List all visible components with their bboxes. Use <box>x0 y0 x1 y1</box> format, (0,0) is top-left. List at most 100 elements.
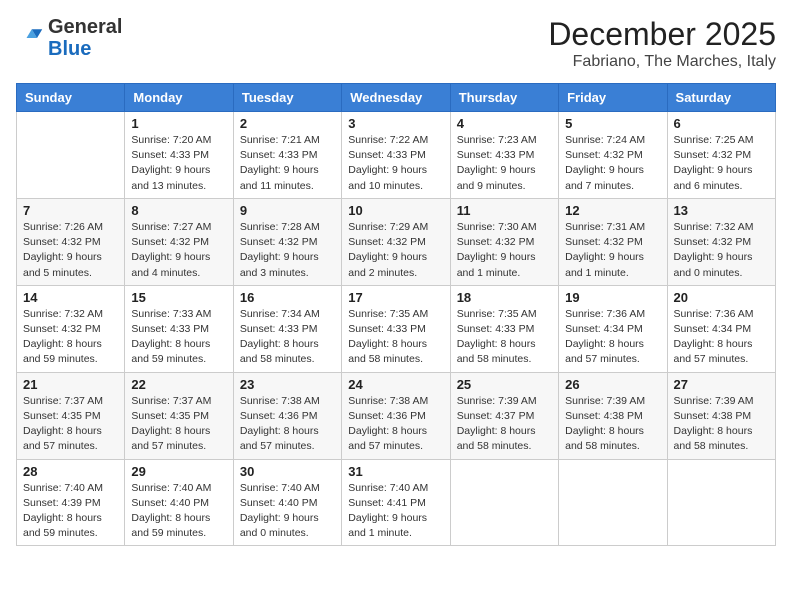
calendar-cell <box>450 459 558 546</box>
logo: General Blue <box>16 16 122 60</box>
day-info: Sunrise: 7:34 AMSunset: 4:33 PMDaylight:… <box>240 307 335 368</box>
calendar-cell: 3 Sunrise: 7:22 AMSunset: 4:33 PMDaylight… <box>342 112 450 199</box>
day-number: 23 <box>240 377 335 392</box>
day-info: Sunrise: 7:26 AMSunset: 4:32 PMDaylight:… <box>23 220 118 281</box>
day-info: Sunrise: 7:29 AMSunset: 4:32 PMDaylight:… <box>348 220 443 281</box>
day-number: 5 <box>565 116 660 131</box>
calendar-cell: 24Sunrise: 7:38 AMSunset: 4:36 PMDayligh… <box>342 372 450 459</box>
day-info: Sunrise: 7:23 AMSunset: 4:33 PMDaylight:… <box>457 133 552 194</box>
day-number: 10 <box>348 203 443 218</box>
day-header-sunday: Sunday <box>17 84 125 112</box>
calendar-cell: 18Sunrise: 7:35 AMSunset: 4:33 PMDayligh… <box>450 285 558 372</box>
day-number: 9 <box>240 203 335 218</box>
day-info: Sunrise: 7:22 AMSunset: 4:33 PMDaylight:… <box>348 133 443 194</box>
day-header-friday: Friday <box>559 84 667 112</box>
days-header-row: SundayMondayTuesdayWednesdayThursdayFrid… <box>17 84 776 112</box>
day-number: 20 <box>674 290 769 305</box>
day-header-saturday: Saturday <box>667 84 775 112</box>
week-row-5: 28Sunrise: 7:40 AMSunset: 4:39 PMDayligh… <box>17 459 776 546</box>
day-info: Sunrise: 7:36 AMSunset: 4:34 PMDaylight:… <box>674 307 769 368</box>
calendar-cell: 27Sunrise: 7:39 AMSunset: 4:38 PMDayligh… <box>667 372 775 459</box>
calendar-cell: 23 Sunrise: 7:38 AMSunset: 4:36 PMDayligh… <box>233 372 341 459</box>
day-number: 15 <box>131 290 226 305</box>
calendar-cell: 2 Sunrise: 7:21 AMSunset: 4:33 PMDaylight… <box>233 112 341 199</box>
day-info: Sunrise: 7:32 AMSunset: 4:32 PMDaylight:… <box>23 307 118 368</box>
title-block: December 2025 Fabriano, The Marches, Ita… <box>548 16 776 71</box>
day-info: Sunrise: 7:25 AMSunset: 4:32 PMDaylight:… <box>674 133 769 194</box>
day-info: Sunrise: 7:39 AMSunset: 4:38 PMDaylight:… <box>565 394 660 455</box>
day-number: 28 <box>23 464 118 479</box>
calendar-cell: 21Sunrise: 7:37 AMSunset: 4:35 PMDayligh… <box>17 372 125 459</box>
calendar-cell: 15 Sunrise: 7:33 AMSunset: 4:33 PMDayligh… <box>125 285 233 372</box>
calendar-cell: 17 Sunrise: 7:35 AMSunset: 4:33 PMDayligh… <box>342 285 450 372</box>
calendar-cell: 6 Sunrise: 7:25 AMSunset: 4:32 PMDaylight… <box>667 112 775 199</box>
day-info: Sunrise: 7:37 AMSunset: 4:35 PMDaylight:… <box>23 394 118 455</box>
day-info: Sunrise: 7:40 AMSunset: 4:40 PMDaylight:… <box>131 481 226 542</box>
day-info: Sunrise: 7:39 AMSunset: 4:37 PMDaylight:… <box>457 394 552 455</box>
location-title: Fabriano, The Marches, Italy <box>548 53 776 71</box>
day-number: 25 <box>457 377 552 392</box>
day-info: Sunrise: 7:31 AMSunset: 4:32 PMDaylight:… <box>565 220 660 281</box>
day-info: Sunrise: 7:35 AMSunset: 4:33 PMDaylight:… <box>457 307 552 368</box>
day-info: Sunrise: 7:38 AMSunset: 4:36 PMDaylight:… <box>240 394 335 455</box>
calendar-cell: 19 Sunrise: 7:36 AMSunset: 4:34 PMDayligh… <box>559 285 667 372</box>
day-number: 17 <box>348 290 443 305</box>
day-info: Sunrise: 7:36 AMSunset: 4:34 PMDaylight:… <box>565 307 660 368</box>
day-info: Sunrise: 7:24 AMSunset: 4:32 PMDaylight:… <box>565 133 660 194</box>
day-number: 19 <box>565 290 660 305</box>
calendar-cell: 5 Sunrise: 7:24 AMSunset: 4:32 PMDaylight… <box>559 112 667 199</box>
calendar-cell: 4Sunrise: 7:23 AMSunset: 4:33 PMDaylight… <box>450 112 558 199</box>
logo-blue-text: Blue <box>48 38 91 60</box>
week-row-1: 1Sunrise: 7:20 AMSunset: 4:33 PMDaylight… <box>17 112 776 199</box>
calendar-cell: 13Sunrise: 7:32 AMSunset: 4:32 PMDayligh… <box>667 198 775 285</box>
logo-general-text: General <box>48 16 122 38</box>
calendar-cell: 29 Sunrise: 7:40 AMSunset: 4:40 PMDayligh… <box>125 459 233 546</box>
day-header-tuesday: Tuesday <box>233 84 341 112</box>
page-header: General Blue December 2025 Fabriano, The… <box>16 16 776 71</box>
day-number: 2 <box>240 116 335 131</box>
day-info: Sunrise: 7:28 AMSunset: 4:32 PMDaylight:… <box>240 220 335 281</box>
calendar-cell: 14 Sunrise: 7:32 AMSunset: 4:32 PMDayligh… <box>17 285 125 372</box>
day-info: Sunrise: 7:40 AMSunset: 4:40 PMDaylight:… <box>240 481 335 542</box>
calendar-cell: 30 Sunrise: 7:40 AMSunset: 4:40 PMDayligh… <box>233 459 341 546</box>
calendar-cell: 7 Sunrise: 7:26 AMSunset: 4:32 PMDaylight… <box>17 198 125 285</box>
day-number: 8 <box>131 203 226 218</box>
day-header-thursday: Thursday <box>450 84 558 112</box>
day-number: 31 <box>348 464 443 479</box>
day-number: 1 <box>131 116 226 131</box>
day-number: 26 <box>565 377 660 392</box>
day-number: 27 <box>674 377 769 392</box>
day-info: Sunrise: 7:40 AMSunset: 4:41 PMDaylight:… <box>348 481 443 542</box>
calendar-cell: 11Sunrise: 7:30 AMSunset: 4:32 PMDayligh… <box>450 198 558 285</box>
week-row-2: 7 Sunrise: 7:26 AMSunset: 4:32 PMDaylight… <box>17 198 776 285</box>
day-info: Sunrise: 7:21 AMSunset: 4:33 PMDaylight:… <box>240 133 335 194</box>
day-info: Sunrise: 7:35 AMSunset: 4:33 PMDaylight:… <box>348 307 443 368</box>
day-number: 14 <box>23 290 118 305</box>
day-number: 12 <box>565 203 660 218</box>
calendar-cell: 28Sunrise: 7:40 AMSunset: 4:39 PMDayligh… <box>17 459 125 546</box>
day-number: 7 <box>23 203 118 218</box>
day-number: 22 <box>131 377 226 392</box>
day-header-wednesday: Wednesday <box>342 84 450 112</box>
calendar-cell: 8 Sunrise: 7:27 AMSunset: 4:32 PMDaylight… <box>125 198 233 285</box>
calendar-table: SundayMondayTuesdayWednesdayThursdayFrid… <box>16 83 776 546</box>
logo-icon <box>16 24 44 52</box>
calendar-cell: 12 Sunrise: 7:31 AMSunset: 4:32 PMDayligh… <box>559 198 667 285</box>
calendar-cell: 9 Sunrise: 7:28 AMSunset: 4:32 PMDaylight… <box>233 198 341 285</box>
calendar-cell: 16 Sunrise: 7:34 AMSunset: 4:33 PMDayligh… <box>233 285 341 372</box>
day-info: Sunrise: 7:27 AMSunset: 4:32 PMDaylight:… <box>131 220 226 281</box>
calendar-cell <box>667 459 775 546</box>
day-info: Sunrise: 7:38 AMSunset: 4:36 PMDaylight:… <box>348 394 443 455</box>
day-number: 6 <box>674 116 769 131</box>
calendar-cell: 25 Sunrise: 7:39 AMSunset: 4:37 PMDayligh… <box>450 372 558 459</box>
day-info: Sunrise: 7:33 AMSunset: 4:33 PMDaylight:… <box>131 307 226 368</box>
day-number: 29 <box>131 464 226 479</box>
day-number: 3 <box>348 116 443 131</box>
day-info: Sunrise: 7:30 AMSunset: 4:32 PMDaylight:… <box>457 220 552 281</box>
calendar-cell: 26 Sunrise: 7:39 AMSunset: 4:38 PMDayligh… <box>559 372 667 459</box>
week-row-3: 14 Sunrise: 7:32 AMSunset: 4:32 PMDayligh… <box>17 285 776 372</box>
day-number: 30 <box>240 464 335 479</box>
month-title: December 2025 <box>548 16 776 53</box>
day-number: 16 <box>240 290 335 305</box>
calendar-cell: 20 Sunrise: 7:36 AMSunset: 4:34 PMDayligh… <box>667 285 775 372</box>
